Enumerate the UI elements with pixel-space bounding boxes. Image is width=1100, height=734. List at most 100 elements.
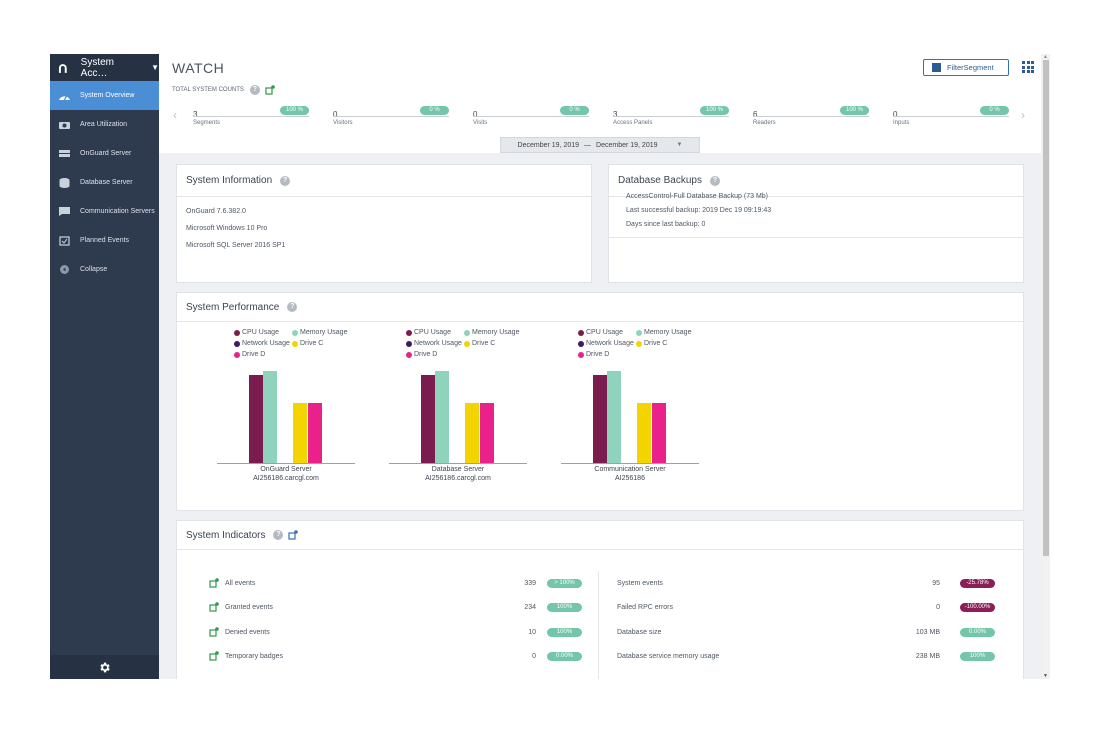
indicator-percent-badge: 0.00%: [960, 628, 995, 637]
date-end: December 19, 2019: [596, 141, 658, 149]
total-counts-label: TOTAL SYSTEM COUNTS: [172, 87, 244, 93]
chart-caption: Communication Server AI256186: [561, 465, 699, 483]
bar-drive-c[interactable]: [293, 403, 307, 463]
chart-bars: [217, 329, 357, 469]
date-range-picker[interactable]: December 19, 2019 — December 19, 2019 ▼: [500, 137, 700, 153]
indicator-row[interactable]: Database service memory usage 238 MB 100%: [177, 651, 1025, 663]
panel-title: System Indicators: [186, 529, 266, 541]
performance-chart: CPU Usage Memory Usage Network Usage Drive …: [561, 329, 701, 489]
sidebar-item-area-utilization[interactable]: Area Utilization: [50, 110, 159, 139]
indicator-label: System events: [617, 580, 663, 587]
chart-baseline: [217, 463, 355, 464]
date-start: December 19, 2019: [517, 141, 580, 149]
bar-drive-d[interactable]: [652, 403, 666, 463]
database-backups-panel: Database Backups ? AccessControl-Full Da…: [608, 164, 1024, 283]
chart-caption-server: OnGuard Server: [260, 466, 312, 473]
system-information-panel: System Information ? OnGuard 7.6.382.0 M…: [176, 164, 592, 283]
backup-line: Last successful backup: 2019 Dec 19 09:1…: [626, 207, 772, 214]
chevron-left-icon[interactable]: ‹: [173, 108, 177, 122]
sidebar-item-label: Database Server: [80, 179, 133, 186]
chevron-right-icon[interactable]: ›: [1021, 108, 1025, 122]
sidebar-item-collapse[interactable]: Collapse: [50, 255, 159, 284]
sidebar-item-communication-servers[interactable]: Communication Servers: [50, 197, 159, 226]
counts-row: 3 100 % Segments 0 0 % Visitors 0 0 % Visits 3 100…: [193, 104, 1033, 129]
count-value: 0: [333, 110, 338, 119]
scroll-down-icon[interactable]: ▼: [1043, 673, 1048, 679]
bar-drive-c[interactable]: [637, 403, 651, 463]
settings-button[interactable]: [50, 655, 159, 679]
scrollbar-thumb[interactable]: [1043, 60, 1049, 556]
bar-cpu-usage[interactable]: [249, 375, 263, 463]
count-segments[interactable]: 3 100 % Segments: [193, 104, 333, 129]
collapse-icon: [60, 265, 69, 274]
header: WATCH FilterSegment TOTAL SYSTEM COUNTS …: [159, 54, 1041, 153]
indicator-row[interactable]: Database size 103 MB 0.00%: [177, 627, 1025, 639]
bar-memory-usage[interactable]: [263, 371, 277, 463]
indicator-value: 95: [932, 580, 940, 587]
apps-grid-icon[interactable]: [1022, 61, 1034, 73]
help-icon[interactable]: ?: [287, 302, 298, 312]
count-inputs[interactable]: 0 0 % Inputs: [893, 104, 1033, 129]
sidebar-item-label: OnGuard Server: [80, 150, 132, 157]
sidebar-item-planned-events[interactable]: Planned Events: [50, 226, 159, 255]
count-label: Visits: [473, 120, 488, 126]
chart-bars: [389, 329, 529, 469]
chart-bars: [561, 329, 701, 469]
scrollbar[interactable]: ▲ ▼: [1042, 54, 1050, 679]
database-icon: [59, 178, 70, 188]
bar-memory-usage[interactable]: [435, 371, 449, 463]
sidebar-item-system-overview[interactable]: System Overview: [50, 81, 159, 110]
backup-line: Days since last backup: 0: [626, 221, 706, 228]
performance-chart: CPU Usage Memory Usage Network Usage Drive …: [389, 329, 529, 489]
sidebar-item-onguard-server[interactable]: OnGuard Server: [50, 139, 159, 168]
bar-cpu-usage[interactable]: [421, 375, 435, 463]
bar-cpu-usage[interactable]: [593, 375, 607, 463]
help-icon[interactable]: ?: [273, 530, 284, 540]
system-indicators-header: System Indicators ?: [177, 521, 1023, 550]
sidebar-item-label: Area Utilization: [80, 121, 128, 128]
bar-drive-d[interactable]: [480, 403, 494, 463]
count-visitors[interactable]: 0 0 % Visitors: [333, 104, 473, 129]
help-icon[interactable]: ?: [249, 85, 260, 95]
count-access-panels[interactable]: 3 100 % Access Panels: [613, 104, 753, 129]
network-status-icon: [265, 85, 275, 95]
gauge-icon: [59, 94, 70, 101]
sidebar-item-label: Communication Servers: [80, 208, 155, 215]
page-title: WATCH: [172, 60, 225, 76]
count-visits[interactable]: 0 0 % Visits: [473, 104, 613, 129]
count-label: Inputs: [893, 120, 910, 126]
total-system-counts-header: TOTAL SYSTEM COUNTS ?: [172, 85, 275, 95]
date-separator: —: [584, 141, 592, 149]
indicator-row[interactable]: System events 95 -25.78%: [177, 578, 1025, 590]
count-readers[interactable]: 6 100 % Readers: [753, 104, 893, 129]
indicator-settings-icon[interactable]: [288, 530, 299, 540]
gear-icon: [100, 662, 110, 672]
help-icon[interactable]: ?: [280, 175, 291, 186]
count-bar: [613, 116, 729, 117]
help-icon[interactable]: ?: [709, 175, 720, 186]
account-name: System Acc…: [80, 56, 114, 79]
chart-baseline: [389, 463, 527, 464]
indicator-label: Database service memory usage: [617, 653, 720, 660]
bar-drive-c[interactable]: [465, 403, 479, 463]
indicator-row[interactable]: Failed RPC errors 0 -100.00%: [177, 602, 1025, 614]
sidebar-item-label: Planned Events: [80, 237, 130, 244]
performance-chart: CPU Usage Memory Usage Network Usage Drive …: [217, 329, 357, 489]
indicator-percent-badge: 100%: [960, 652, 995, 661]
account-menu[interactable]: System Acc… ▼: [50, 54, 159, 81]
bar-drive-d[interactable]: [308, 403, 322, 463]
filter-segment-button[interactable]: FilterSegment: [923, 59, 1009, 76]
count-value: 0: [893, 110, 898, 119]
calendar-icon: [59, 236, 70, 246]
sidebar-item-database-server[interactable]: Database Server: [50, 168, 159, 197]
count-percent-badge: 0 %: [420, 106, 449, 115]
count-bar: [473, 116, 589, 117]
panel-title: Database Backups: [618, 175, 702, 186]
app-window: System Acc… ▼ System Overview Area Utiliz…: [50, 54, 1050, 679]
bar-memory-usage[interactable]: [607, 371, 621, 463]
backup-line: AccessControl-Full Database Backup (73 M…: [626, 193, 769, 200]
chart-caption-server: Communication Server: [594, 466, 666, 473]
logo-icon: [58, 63, 67, 73]
system-information-header: System Information ?: [177, 165, 591, 197]
count-value: 3: [193, 110, 198, 119]
